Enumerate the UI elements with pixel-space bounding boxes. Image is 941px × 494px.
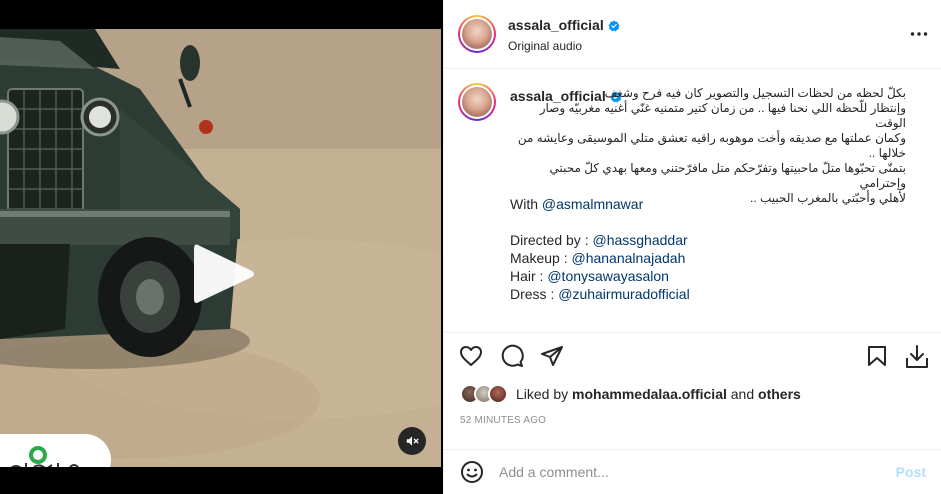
post-details-panel: assala_official Original audio assala_of… <box>443 0 941 494</box>
heart-icon <box>460 346 482 366</box>
liker-avatar[interactable] <box>488 384 508 404</box>
play-icon <box>194 244 254 303</box>
author-username[interactable]: assala_official <box>508 17 604 33</box>
caption-line: وكمان عملتها مع صديقه وأخت موهوبه راقيه … <box>517 131 906 160</box>
like-button[interactable] <box>459 344 483 373</box>
likes-summary: Liked by mohammedalaa.official and other… <box>460 383 801 405</box>
more-options-button[interactable] <box>910 26 928 47</box>
paper-plane-icon <box>541 346 563 366</box>
caption-credits: With @asmalmnawar Directed by : @hassgha… <box>510 195 690 303</box>
caption-arabic-text: بكلّ لحظه من لحظات التسجيل والتصوير كان … <box>510 86 906 206</box>
video-frame <box>0 29 441 467</box>
emoji-button[interactable] <box>460 460 484 489</box>
likes-text: Liked by mohammedalaa.official and other… <box>516 386 801 402</box>
mention-link[interactable]: @hassghaddar <box>592 232 687 248</box>
emoji-icon <box>461 461 483 483</box>
liker-username[interactable]: mohammedalaa.official <box>572 386 727 402</box>
credit-line: Hair : @tonysawayasalon <box>510 268 669 284</box>
mention-link[interactable]: @tonysawayasalon <box>547 268 669 284</box>
rotana-logo-icon <box>10 446 79 467</box>
caption-line: وإنتظار للّحظه اللي نحنا فيها .. من زمان… <box>539 101 906 130</box>
play-button[interactable] <box>188 241 258 307</box>
save-button[interactable] <box>865 344 889 373</box>
verified-badge-icon <box>608 20 620 32</box>
bookmark-icon <box>868 346 886 366</box>
comment-input[interactable] <box>499 460 869 484</box>
comment-button[interactable] <box>500 344 524 373</box>
author-avatar[interactable] <box>458 15 496 53</box>
mention-link[interactable]: @hananalnajadah <box>571 250 685 266</box>
mention-link[interactable]: @zuhairmuradofficial <box>558 286 689 302</box>
download-button[interactable] <box>904 344 930 375</box>
mute-button[interactable] <box>398 427 426 455</box>
caption-line: بكلّ لحظه من لحظات التسجيل والتصوير كان … <box>604 86 906 100</box>
video-player[interactable] <box>0 0 443 494</box>
caption-author-avatar[interactable] <box>458 83 496 121</box>
with-line: With @asmalmnawar <box>510 196 644 212</box>
post-actions <box>444 332 941 376</box>
comment-icon <box>501 344 524 367</box>
post-timestamp[interactable]: 52 MINUTES AGO <box>460 415 546 426</box>
channel-logo-badge <box>0 434 111 467</box>
more-horizontal-icon <box>910 32 928 36</box>
comment-bar: Post <box>444 449 941 494</box>
download-icon <box>906 345 928 368</box>
credit-line: Makeup : @hananalnajadah <box>510 250 686 266</box>
audio-label[interactable]: Original audio <box>508 39 620 53</box>
caption-line: بتمنّى تحبّوها متلّ ماحبيتها وتفرّحكم مت… <box>549 161 906 190</box>
author-info: assala_official Original audio <box>508 17 620 53</box>
credit-line: Dress : @zuhairmuradofficial <box>510 286 690 302</box>
speaker-muted-icon <box>406 436 419 446</box>
post-caption: assala_official بكلّ لحظه من لحظات التسج… <box>444 70 941 332</box>
likes-others-link[interactable]: others <box>758 386 801 402</box>
mention-link[interactable]: @asmalmnawar <box>542 196 643 212</box>
credit-line: Directed by : @hassghaddar <box>510 232 688 248</box>
post-header: assala_official Original audio <box>444 0 941 69</box>
share-button[interactable] <box>540 344 564 373</box>
post-comment-button[interactable]: Post <box>896 464 926 480</box>
